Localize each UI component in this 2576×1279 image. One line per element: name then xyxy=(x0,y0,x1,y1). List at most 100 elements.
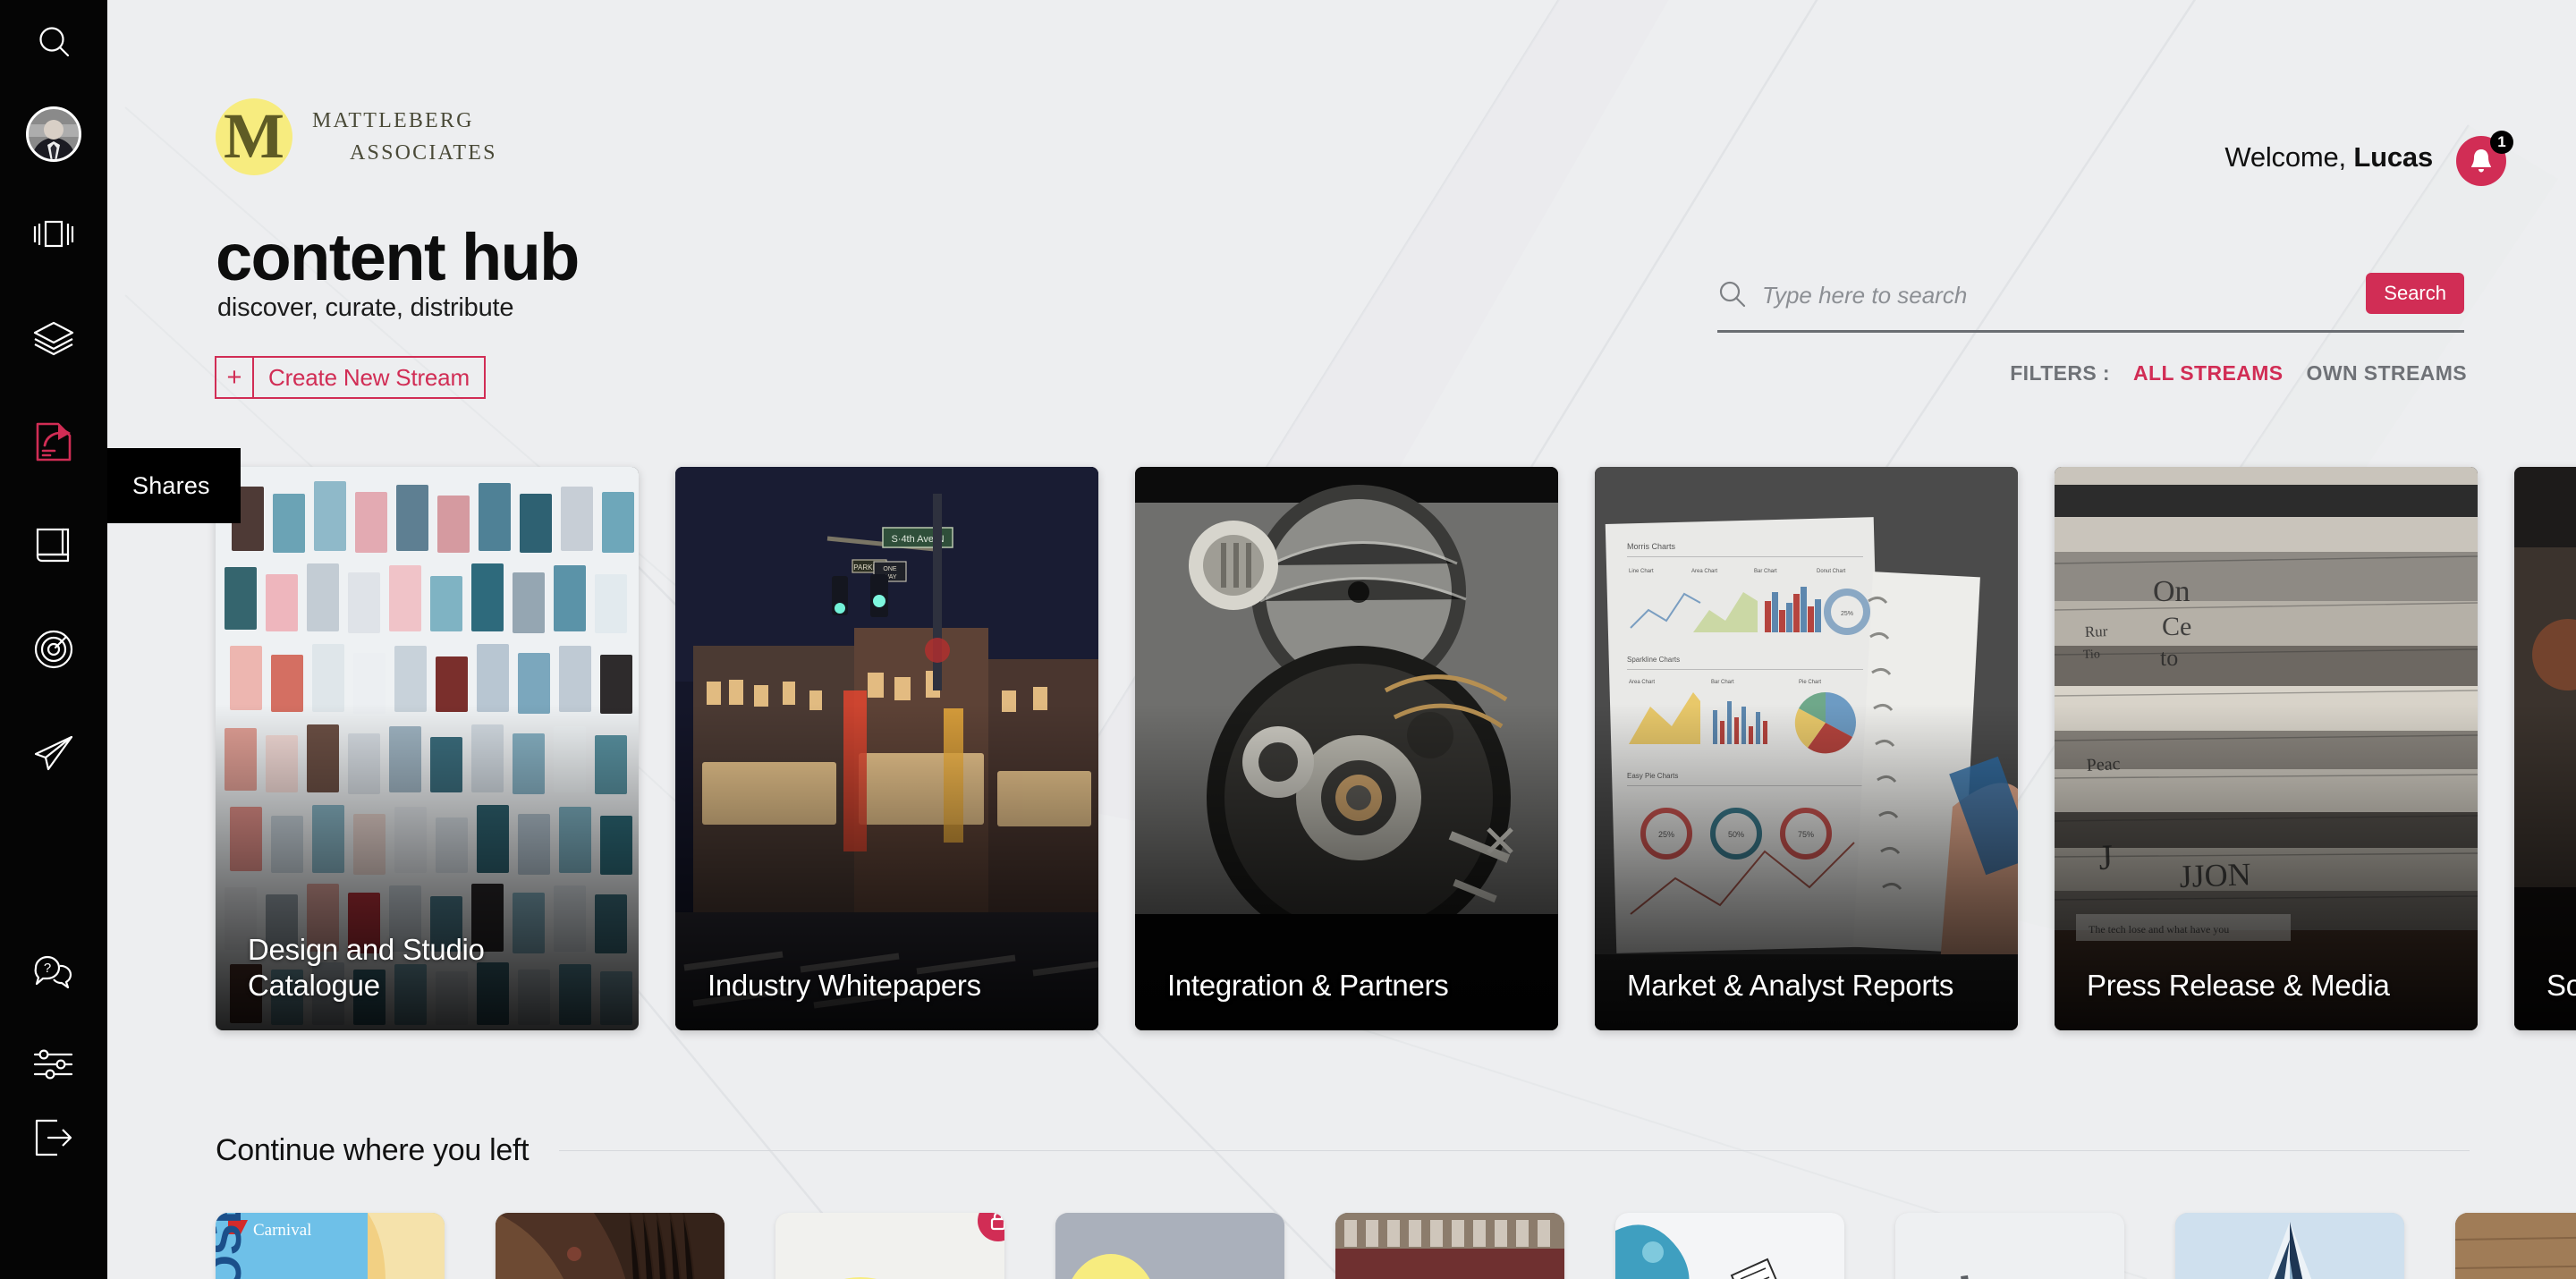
lock-icon xyxy=(990,1213,1004,1231)
continue-item[interactable]: NILS II xyxy=(2455,1213,2576,1279)
svg-text:Donut Chart: Donut Chart xyxy=(1817,569,1846,574)
avatar[interactable] xyxy=(26,106,81,162)
stream-card-title: Press Release & Media xyxy=(2087,968,2390,1002)
stream-filters: FILTERS : ALL STREAMS OWN STREAMS xyxy=(2010,361,2467,385)
thumbnail-image: NILS II xyxy=(2455,1213,2576,1279)
continue-item[interactable]: Retail xyxy=(1335,1213,1564,1279)
sidebar-item-shares[interactable] xyxy=(0,390,107,494)
filter-all-streams[interactable]: ALL STREAMS xyxy=(2133,361,2284,385)
svg-text:Ce: Ce xyxy=(2162,612,2191,641)
svg-text:Sparkline Charts: Sparkline Charts xyxy=(1627,656,1680,664)
search-button[interactable]: Search xyxy=(2366,273,2464,314)
thumbnail-image xyxy=(1615,1213,1844,1279)
carousel-icon xyxy=(33,220,74,248)
continue-item[interactable] xyxy=(1895,1213,2124,1279)
svg-text:Retail: Retail xyxy=(1363,1271,1537,1279)
help-chat-icon: ? xyxy=(34,955,72,989)
svg-text:Pie Chart: Pie Chart xyxy=(1799,680,1821,685)
continue-item[interactable]: M Global Technology Trends MATTLEBERG xyxy=(1055,1213,1284,1279)
svg-text:?: ? xyxy=(44,961,51,976)
svg-text:Area Chart: Area Chart xyxy=(1629,680,1655,685)
svg-text:Line Chart: Line Chart xyxy=(1629,569,1654,574)
sidebar-item-settings[interactable] xyxy=(0,1011,107,1118)
streams-carousel[interactable]: Design and Studio Catalogue S·4th Ave·N … xyxy=(216,467,2576,1030)
logout-icon xyxy=(35,1119,72,1156)
create-new-stream-button[interactable]: + Create New Stream xyxy=(215,356,486,399)
svg-text:25%: 25% xyxy=(1841,611,1853,617)
sidebar-item-streams[interactable] xyxy=(0,182,107,286)
search-icon xyxy=(39,27,70,57)
filter-own-streams[interactable]: OWN STREAMS xyxy=(2307,361,2467,385)
svg-text:Bar Chart: Bar Chart xyxy=(1754,569,1777,574)
bell-icon xyxy=(2471,149,2491,173)
svg-text:Tio: Tio xyxy=(2083,648,2100,662)
stream-card-title: Industry Whitepapers xyxy=(708,968,981,1002)
logo-wordmark: MATTLEBERG ASSOCIATES xyxy=(312,105,497,169)
radar-icon xyxy=(34,630,73,669)
svg-text:Carnival: Carnival xyxy=(253,1221,311,1240)
continue-heading: Continue where you left xyxy=(216,1133,530,1167)
welcome-message: Welcome, Lucas xyxy=(2224,141,2433,174)
logo-line-2: ASSOCIATES xyxy=(350,141,497,165)
continue-item[interactable]: Carnival OOSE FUN xyxy=(216,1213,445,1279)
svg-text:M: M xyxy=(1072,1272,1150,1279)
layers-icon xyxy=(33,321,74,356)
welcome-user-name: Lucas xyxy=(2353,141,2433,173)
continue-thumbnails-row[interactable]: Carnival OOSE FUN xyxy=(216,1213,2576,1279)
notifications[interactable]: 1 xyxy=(2456,131,2513,186)
stream-card[interactable]: Design and Studio Catalogue xyxy=(216,467,639,1030)
continue-item[interactable] xyxy=(496,1213,724,1279)
sidebar-item-library[interactable] xyxy=(0,494,107,597)
svg-text:ONE: ONE xyxy=(883,566,897,572)
stream-card-title: Social Media & Brand xyxy=(2546,968,2576,1002)
filters-label: FILTERS : xyxy=(2010,361,2110,385)
logo-monogram: M xyxy=(216,98,292,175)
svg-text:OOSE: OOSE xyxy=(216,1213,251,1279)
sidebar-item-profile[interactable] xyxy=(0,86,107,182)
continue-item[interactable] xyxy=(1615,1213,1844,1279)
sidebar-item-collections[interactable] xyxy=(0,286,107,390)
svg-text:Bar Chart: Bar Chart xyxy=(1711,680,1734,685)
svg-text:Rur: Rur xyxy=(2084,623,2107,640)
logo-line-1: MATTLEBERG xyxy=(312,109,474,132)
sidebar-item-help[interactable]: ? xyxy=(0,805,107,1011)
book-icon xyxy=(36,528,70,563)
thumbnail-image xyxy=(1895,1213,2124,1279)
thumbnail-image: M xyxy=(775,1213,1004,1279)
thumbnail-image: M Global Technology Trends MATTLEBERG xyxy=(1055,1213,1284,1279)
stream-card-title: Market & Analyst Reports xyxy=(1627,968,1954,1002)
thumbnail-image: Carnival OOSE FUN xyxy=(216,1213,445,1279)
sidebar-item-search[interactable] xyxy=(0,0,107,86)
stream-card[interactable]: S·4th Ave·N PARKING ONE WAY Industry Whi… xyxy=(675,467,1098,1030)
sidebar-item-logout[interactable] xyxy=(0,1118,107,1216)
sidebar-item-send[interactable] xyxy=(0,701,107,805)
sidebar-item-analytics[interactable] xyxy=(0,597,107,701)
thumbnail-image xyxy=(2175,1213,2404,1279)
search-bar[interactable]: Search xyxy=(1717,273,2464,333)
paper-plane-icon xyxy=(34,735,73,771)
page-subtitle: discover, curate, distribute xyxy=(217,293,514,322)
share-document-icon xyxy=(36,422,72,462)
page-title: content hub xyxy=(216,220,580,294)
stream-card[interactable]: Social Media & Brand xyxy=(2514,467,2576,1030)
content-hub-page: ? Shares M MATTLEBERG ASSOCIATES content… xyxy=(0,0,2576,1279)
stream-card-title: Design and Studio Catalogue xyxy=(248,932,485,1002)
search-input[interactable] xyxy=(1748,281,2367,309)
brand-logo[interactable]: M MATTLEBERG ASSOCIATES xyxy=(216,98,497,175)
continue-item[interactable] xyxy=(2175,1213,2404,1279)
svg-text:Morris Charts: Morris Charts xyxy=(1627,542,1676,551)
notification-badge: 1 xyxy=(2490,131,2513,154)
stream-card[interactable]: Integration & Partners xyxy=(1135,467,1558,1030)
create-new-stream-label: Create New Stream xyxy=(268,363,470,391)
stream-card[interactable]: Morris Charts Line Chart Area Chart Bar … xyxy=(1595,467,2018,1030)
thumbnail-image xyxy=(496,1213,724,1279)
stream-card[interactable]: On Ce to Peac Rur Tio J JJON The tech lo… xyxy=(2055,467,2478,1030)
tooltip-label: Shares xyxy=(132,471,210,499)
svg-text:On: On xyxy=(2153,575,2190,608)
sidebar-tooltip-shares: Shares xyxy=(107,448,241,523)
search-icon xyxy=(1719,281,1746,308)
svg-text:Area Chart: Area Chart xyxy=(1691,569,1717,574)
welcome-prefix: Welcome, xyxy=(2224,141,2354,173)
continue-item[interactable]: M xyxy=(775,1213,1004,1279)
svg-text:to: to xyxy=(2160,645,2178,671)
